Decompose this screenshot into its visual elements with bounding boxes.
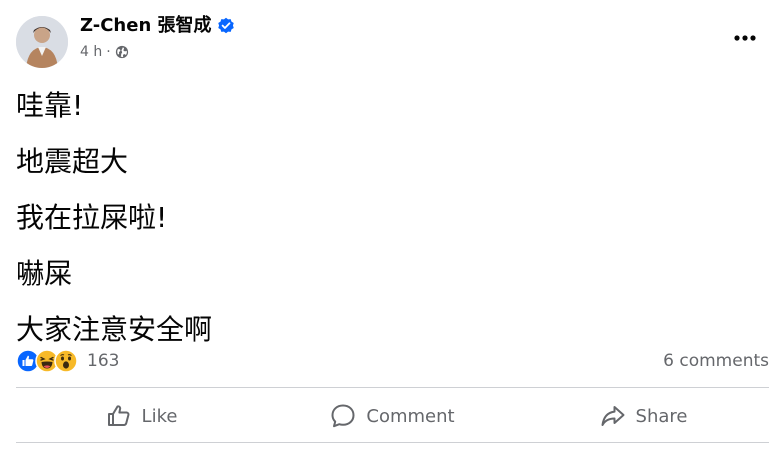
verified-badge-icon: [217, 17, 234, 34]
divider: [16, 442, 769, 443]
reactions-summary[interactable]: 163: [16, 349, 119, 373]
post-text: 哇靠! 地震超大 我在拉屎啦! 嚇屎 大家注意安全啊: [16, 78, 212, 358]
thumbs-up-icon: [107, 405, 129, 426]
comment-bubble-icon: [331, 404, 355, 428]
like-label: Like: [141, 405, 178, 427]
like-button[interactable]: Like: [16, 394, 267, 438]
author-name[interactable]: Z-Chen 張智成: [80, 14, 212, 38]
facebook-post: Z-Chen 張智成 4 h · 哇靠! 地震超大 我在拉屎啦! 嚇屎 大家注意…: [0, 0, 779, 452]
reactions-summary-row: 163 6 comments: [16, 346, 769, 376]
globe-icon[interactable]: [115, 45, 129, 59]
comments-count-link[interactable]: 6 comments: [663, 351, 769, 371]
reaction-icons: [16, 349, 78, 373]
post-meta: 4 h ·: [80, 42, 129, 62]
reaction-count: 163: [87, 351, 120, 371]
comment-button[interactable]: Comment: [267, 394, 518, 438]
post-line: 地震超大: [16, 145, 129, 178]
share-label: Share: [635, 405, 688, 427]
comment-label: Comment: [366, 405, 455, 427]
author-row: Z-Chen 張智成: [80, 14, 235, 38]
share-arrow-icon: [601, 406, 625, 426]
meta-separator: ·: [106, 44, 111, 60]
share-button[interactable]: Share: [518, 394, 769, 438]
more-horizontal-icon: [734, 35, 756, 41]
divider: [16, 387, 769, 388]
profile-photo: [16, 16, 68, 68]
post-line: 我在拉屎啦!: [16, 201, 168, 234]
more-options-button[interactable]: [727, 24, 763, 52]
wow-reaction-icon: [54, 349, 78, 373]
post-line: 嚇屎: [16, 257, 73, 290]
timestamp[interactable]: 4 h: [80, 42, 102, 62]
post-actions: Like Comment Share: [16, 390, 769, 442]
post-line: 哇靠!: [16, 89, 84, 122]
avatar[interactable]: [16, 16, 68, 68]
